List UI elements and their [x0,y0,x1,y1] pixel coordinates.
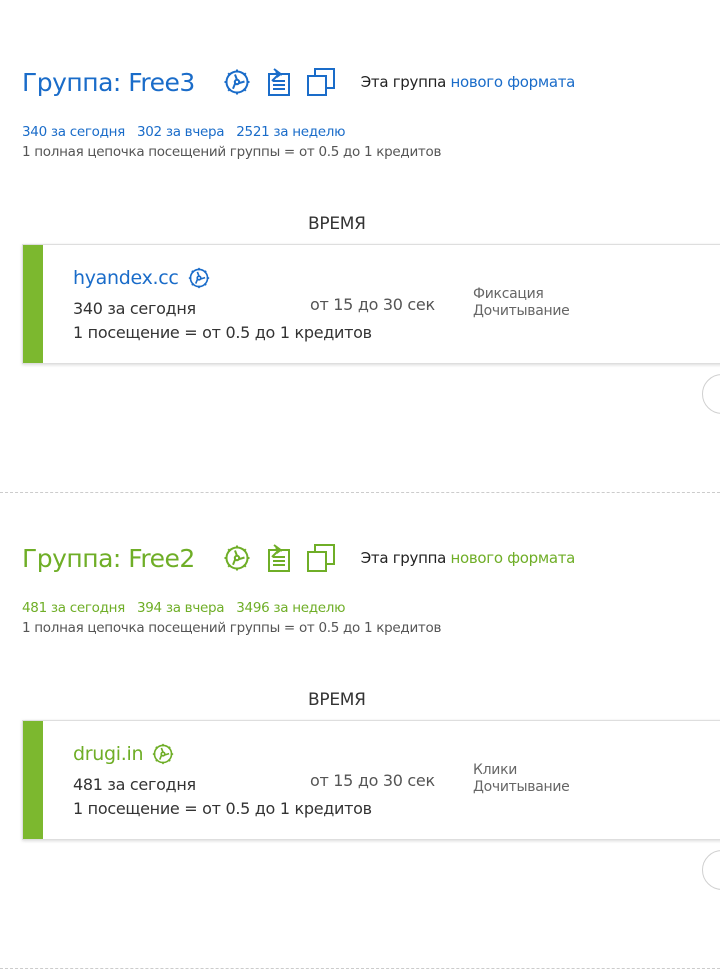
round-action-button[interactable] [702,374,720,414]
gear-icon[interactable] [150,741,176,767]
time-column-header: ВРЕМЯ [308,690,366,710]
site-tag: Клики [473,762,518,778]
chain-note: 1 полная цепочка посещений группы = от 0… [22,620,442,636]
site-credits: 1 посещение = от 0.5 до 1 кредитов [73,799,372,818]
format-link[interactable]: нового формата [450,549,575,567]
group-free2: Группа: Free2 Эта группа нового формата … [0,538,720,958]
site-link[interactable]: drugi.in [73,743,144,765]
group-actions [221,542,347,574]
group-free3: Группа: Free3 Эта группа нового формата … [0,62,720,482]
site-card: hyandex.cc 340 за сегодня 1 посещение = … [22,244,720,364]
gear-icon[interactable] [221,66,253,98]
group-divider [0,492,720,493]
site-tag: Дочитывание [473,779,570,795]
stat-week: 3496 за неделю [236,600,346,616]
gear-icon[interactable] [221,542,253,574]
site-credits: 1 посещение = от 0.5 до 1 кредитов [73,323,372,342]
site-tag: Фиксация [473,286,544,302]
format-note: Эта группа нового формата [360,549,576,567]
site-link[interactable]: hyandex.cc [73,267,179,289]
group-header: Группа: Free2 Эта группа нового формата [22,538,575,578]
stat-week: 2521 за неделю [236,124,346,140]
format-prefix: Эта группа [360,549,447,567]
stat-today: 340 за сегодня [22,124,125,140]
format-prefix: Эта группа [360,73,447,91]
copy-icon[interactable] [305,66,337,98]
group-header: Группа: Free3 Эта группа нового формата [22,62,575,102]
clipboard-pin-icon[interactable] [263,542,295,574]
copy-icon[interactable] [305,542,337,574]
time-column-header: ВРЕМЯ [308,214,366,234]
site-today: 481 за сегодня [73,775,196,794]
stat-yesterday: 302 за вчера [136,124,225,140]
site-time: от 15 до 30 сек [310,295,435,314]
group-actions [221,66,347,98]
round-action-button[interactable] [702,850,720,890]
site-row: drugi.in [73,741,176,767]
site-tag: Дочитывание [473,303,570,319]
site-time: от 15 до 30 сек [310,771,435,790]
site-tags: Клики Дочитывание [473,762,570,796]
gear-icon[interactable] [186,265,212,291]
stat-today: 481 за сегодня [22,600,125,616]
clipboard-pin-icon[interactable] [263,66,295,98]
stat-yesterday: 394 за вчера [136,600,225,616]
card-stripe [23,245,43,363]
site-row: hyandex.cc [73,265,212,291]
site-today: 340 за сегодня [73,299,196,318]
site-tags: Фиксация Дочитывание [473,286,570,320]
site-card: drugi.in 481 за сегодня 1 посещение = от… [22,720,720,840]
group-stats: 481 за сегодня 394 за вчера 3496 за неде… [22,600,353,616]
format-note: Эта группа нового формата [360,73,576,91]
group-stats: 340 за сегодня 302 за вчера 2521 за неде… [22,124,353,140]
group-title: Группа: Free2 [22,543,195,573]
group-title: Группа: Free3 [22,67,195,97]
card-stripe [23,721,43,839]
group-divider [0,968,720,969]
format-link[interactable]: нового формата [450,73,575,91]
chain-note: 1 полная цепочка посещений группы = от 0… [22,144,442,160]
